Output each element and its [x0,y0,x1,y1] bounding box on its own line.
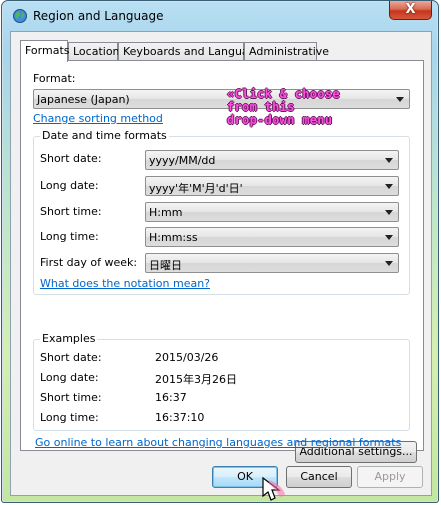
short-time-dropdown[interactable]: H:mm [145,202,399,222]
tab-formats[interactable]: Formats [20,40,70,62]
tab-location[interactable]: Location [68,42,120,61]
change-sorting-link[interactable]: Change sorting method [33,112,163,125]
example-long-date-value: 2015年3月26日 [155,373,237,386]
short-date-dropdown[interactable]: yyyy/MM/dd [145,150,399,170]
close-button[interactable]: X [389,1,432,20]
notation-link[interactable]: What does the notation mean? [40,277,210,290]
window-title: Region and Language [33,9,164,23]
chevron-down-icon [396,97,404,102]
group-title: Examples [40,332,98,345]
example-long-time-value: 16:37:10 [155,411,205,424]
long-date-dropdown[interactable]: yyyy'年'M'月'd'日' [145,176,399,196]
format-value: Japanese (Japan) [37,93,130,106]
first-day-dropdown[interactable]: 日曜日 [145,253,399,273]
example-short-date-value: 2015/03/26 [155,351,219,364]
date-time-formats-group: Date and time formats Short date: yyyy/M… [33,129,410,295]
long-date-value: yyyy'年'M'月'd'日' [149,182,243,195]
short-time-label: Short time: [40,205,102,218]
example-short-date-label: Short date: [40,351,102,364]
short-date-label: Short date: [40,152,102,165]
chevron-down-icon [385,235,393,240]
globe-icon [12,8,28,24]
region-language-window: Region and Language X Formats Location K… [1,0,439,503]
format-label: Format: [33,72,76,85]
short-date-value: yyyy/MM/dd [149,154,216,167]
formats-panel: Format: Japanese (Japan) Change sorting … [20,60,424,463]
apply-button[interactable]: Apply [357,466,423,488]
chevron-down-icon [385,184,393,189]
group-title: Date and time formats [40,129,169,142]
tab-keyboards-languages[interactable]: Keyboards and Languages [118,42,268,61]
chevron-down-icon [385,158,393,163]
example-short-time-value: 16:37 [155,391,187,404]
first-day-value: 日曜日 [149,259,182,272]
format-dropdown[interactable]: Japanese (Japan) [33,89,410,109]
hand-pointer-icon [257,474,289,502]
long-time-dropdown[interactable]: H:mm:ss [145,227,399,247]
example-short-time-label: Short time: [40,391,102,404]
dialog-client: Formats Location Keyboards and Languages… [10,31,432,496]
examples-group: Examples Short date: 2015/03/26 Long dat… [33,332,410,431]
long-time-label: Long time: [40,230,99,243]
example-long-date-label: Long date: [40,371,99,384]
tab-administrative[interactable]: Administrative [244,42,329,61]
title-bar[interactable]: Region and Language X [2,1,438,31]
example-long-time-label: Long time: [40,411,99,424]
long-date-label: Long date: [40,179,99,192]
long-time-value: H:mm:ss [149,231,198,244]
cancel-button[interactable]: Cancel [286,466,352,488]
online-learn-link[interactable]: Go online to learn about changing langua… [35,436,401,449]
short-time-value: H:mm [149,206,183,219]
chevron-down-icon [385,261,393,266]
first-day-label: First day of week: [40,256,138,269]
chevron-down-icon [385,210,393,215]
